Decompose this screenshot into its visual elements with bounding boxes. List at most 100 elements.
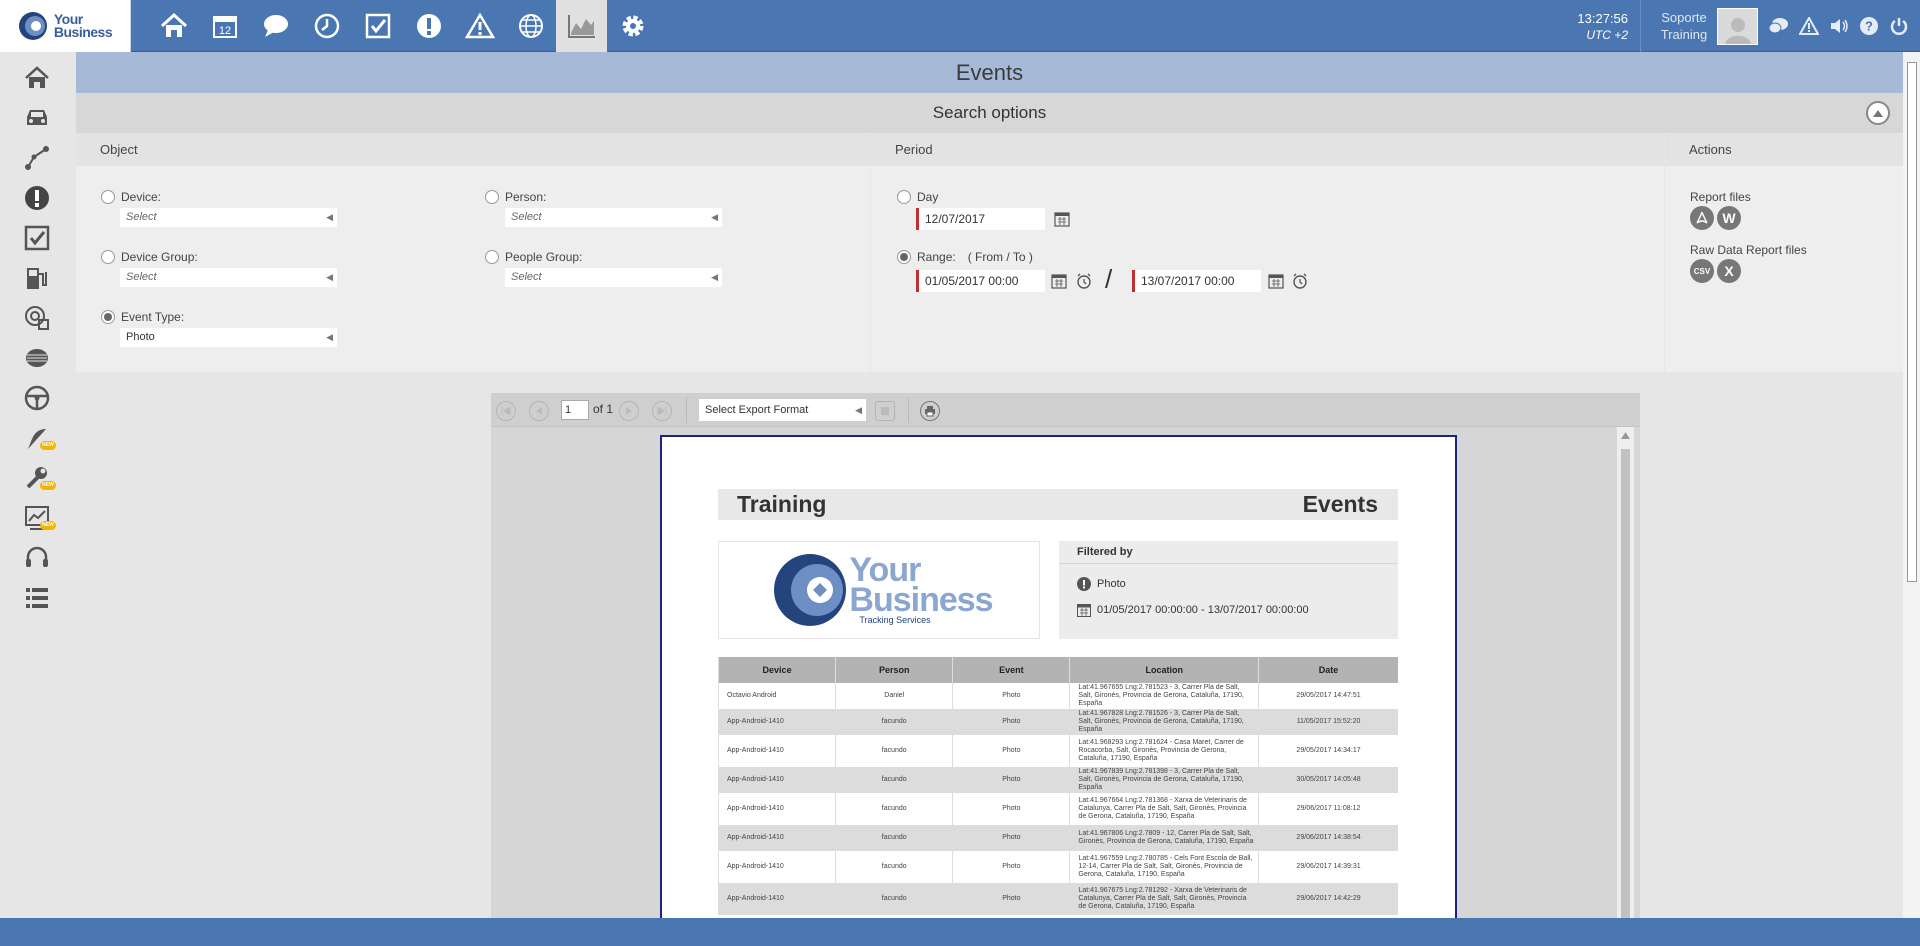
sidebar-item-routes[interactable] (18, 141, 56, 175)
table-cell: Daniel (835, 683, 953, 709)
device-group-select[interactable]: Select ◀ (120, 268, 337, 287)
excel-export-button[interactable]: X (1717, 259, 1741, 283)
page-scroll-thumb[interactable] (1907, 62, 1917, 582)
messages-button[interactable] (1764, 0, 1794, 52)
range-from-input[interactable]: 01/05/2017 00:00 (916, 270, 1045, 292)
table-cell: Lat:41.967828 Lng:2.781526 - 3, Carrer P… (1069, 709, 1259, 735)
day-date-input[interactable]: 12/07/2017 (916, 208, 1045, 230)
sidebar-item-tasks[interactable] (18, 221, 56, 255)
device-group-radio[interactable] (101, 250, 115, 264)
logo-line2: Business (53, 24, 113, 40)
alarm-clock-icon[interactable] (1292, 273, 1308, 289)
export-format-select[interactable]: Select Export Format ◀ (699, 399, 866, 421)
sidebar-item-chart-editor[interactable]: NEW (18, 501, 56, 535)
people-group-select-value: Select (511, 271, 542, 283)
filtered-by-title: Filtered by (1059, 541, 1398, 564)
pdf-export-button[interactable] (1690, 206, 1714, 230)
alerts-button[interactable] (403, 0, 454, 52)
sidebar-item-maintenance[interactable]: NEW (18, 461, 56, 495)
settings-button[interactable] (607, 0, 658, 52)
calendar-icon[interactable] (1051, 273, 1067, 289)
raw-data-files-label: Raw Data Report files (1690, 243, 1807, 257)
tire-icon (26, 349, 48, 367)
page-scrollbar[interactable] (1903, 52, 1920, 918)
chat-button[interactable] (250, 0, 301, 52)
home-icon (160, 13, 187, 37)
event-type-select[interactable]: Photo ◀ (120, 328, 337, 347)
next-page-button[interactable] (619, 401, 639, 421)
company-logo-icon (774, 554, 847, 626)
report-files-label: Report files (1690, 190, 1751, 204)
sidebar-item-list[interactable] (18, 581, 56, 615)
sidebar-item-notes[interactable]: NEW (18, 421, 56, 455)
sidebar-item-home[interactable] (18, 61, 56, 95)
object-section-title: Object (76, 133, 870, 166)
page-title: Events (76, 52, 1903, 93)
last-page-button[interactable] (652, 401, 672, 421)
table-row: App-Android-1410 facundo Photo Lat:41.96782… (717, 709, 1398, 735)
sidebar-item-geofences[interactable] (18, 301, 56, 335)
person-select[interactable]: Select ◀ (505, 208, 722, 227)
table-row: App-Android-1410 facundo Photo Lat:41.96783… (717, 767, 1398, 793)
viewer-scrollbar[interactable] (1617, 427, 1634, 918)
first-page-button[interactable] (496, 401, 516, 421)
user-name[interactable]: Soporte Training (1657, 9, 1711, 43)
device-radio[interactable] (101, 190, 115, 204)
device-select[interactable]: Select ◀ (120, 208, 337, 227)
home-button[interactable] (148, 0, 199, 52)
table-cell: Photo (952, 767, 1070, 793)
calendar-button[interactable]: 12 (199, 0, 250, 52)
alarm-clock-icon[interactable] (1076, 273, 1092, 289)
clock-icon (314, 13, 339, 39)
sidebar-item-alerts[interactable] (18, 181, 56, 215)
reports-button[interactable] (556, 0, 607, 52)
help-button[interactable]: ? (1854, 0, 1884, 52)
caret-left-icon: ◀ (855, 405, 862, 415)
warnings-button[interactable] (454, 0, 505, 52)
page-number-input[interactable]: 1 (561, 400, 589, 420)
event-type-radio[interactable] (101, 310, 115, 324)
csv-export-button[interactable]: CSV (1690, 259, 1714, 283)
person-radio[interactable] (485, 190, 499, 204)
table-row: App-Android-1410 facundo Photo Lat:41.96755… (717, 851, 1398, 883)
tasks-button[interactable] (352, 0, 403, 52)
search-options-header: Search options (76, 93, 1903, 133)
period-section: Period Day 12/07/2017 Range: ( From / To … (871, 133, 1664, 372)
help-icon: ? (1860, 17, 1878, 35)
clock-display: 13:27:56 UTC +2 (1568, 10, 1628, 44)
save-icon (881, 407, 889, 415)
app-logo[interactable]: Your Business (0, 0, 131, 52)
person-label: Person: (505, 190, 547, 204)
sidebar-item-fuel[interactable] (18, 261, 56, 295)
word-export-button[interactable]: W (1717, 206, 1741, 230)
table-cell: Photo (952, 793, 1070, 825)
clock-button[interactable] (301, 0, 352, 52)
people-group-radio[interactable] (485, 250, 499, 264)
steering-wheel-icon (24, 385, 50, 411)
calendar-icon[interactable] (1268, 273, 1284, 289)
people-group-select[interactable]: Select ◀ (505, 268, 722, 287)
calendar-icon[interactable] (1054, 211, 1070, 227)
warning-icon (464, 13, 495, 39)
range-to-input[interactable]: 13/07/2017 00:00 (1132, 270, 1261, 292)
day-radio[interactable] (897, 190, 911, 204)
caret-left-icon: ◀ (711, 212, 718, 222)
logout-button[interactable] (1884, 0, 1914, 52)
sidebar-item-support[interactable] (18, 541, 56, 575)
table-cell: Photo (952, 735, 1070, 767)
sidebar-item-tires[interactable] (18, 341, 56, 375)
notifications-warning-button[interactable] (1794, 0, 1824, 52)
map-button[interactable] (505, 0, 556, 52)
sound-button[interactable] (1824, 0, 1854, 52)
sidebar-item-vehicles[interactable] (18, 101, 56, 135)
period-section-title: Period (871, 133, 1664, 166)
previous-page-button[interactable] (529, 401, 549, 421)
avatar[interactable] (1717, 7, 1758, 45)
viewer-scroll-thumb[interactable] (1621, 449, 1630, 918)
export-button[interactable] (875, 401, 895, 421)
collapse-search-button[interactable] (1866, 101, 1890, 125)
events-table: Device Person Event Location Date Octavio An… (717, 657, 1398, 915)
print-button[interactable] (920, 401, 940, 421)
range-radio[interactable] (897, 250, 911, 264)
sidebar-item-drivers[interactable] (18, 381, 56, 415)
